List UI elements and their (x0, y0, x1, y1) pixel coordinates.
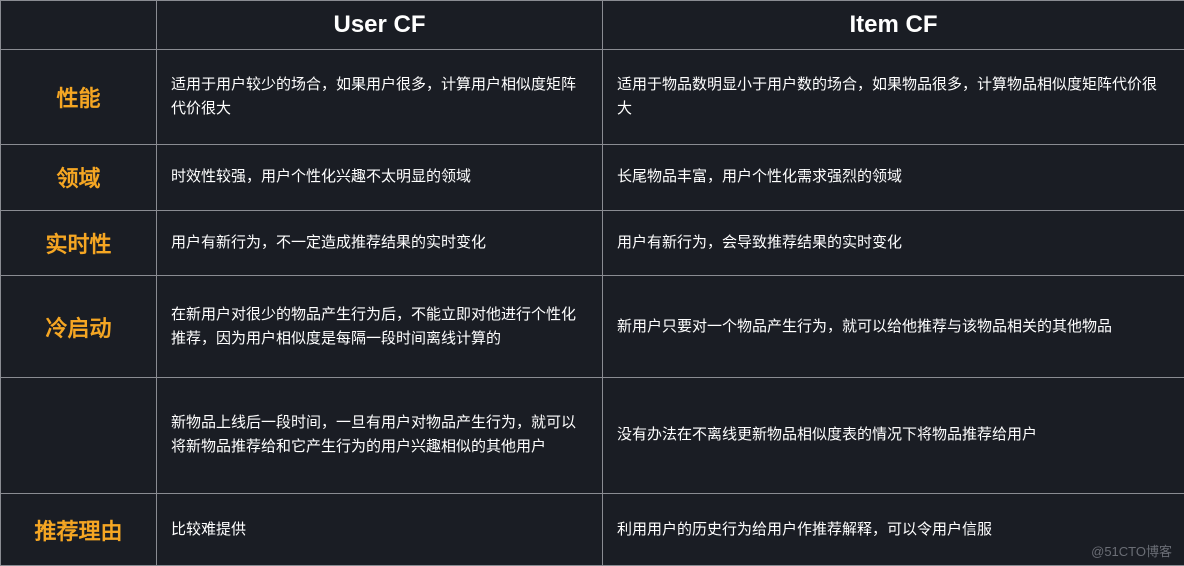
table-row: 新物品上线后一段时间，一旦有用户对物品产生行为，就可以将新物品推荐给和它产生行为… (1, 377, 1184, 493)
table-row: 领域 时效性较强，用户个性化兴趣不太明显的领域 长尾物品丰富，用户个性化需求强烈… (1, 145, 1184, 211)
cell-user-performance: 适用于用户较少的场合，如果用户很多，计算用户相似度矩阵代价很大 (157, 50, 603, 145)
cell-user-coldstart-2: 新物品上线后一段时间，一旦有用户对物品产生行为，就可以将新物品推荐给和它产生行为… (157, 377, 603, 493)
cell-item-realtime: 用户有新行为，会导致推荐结果的实时变化 (603, 210, 1184, 276)
cell-user-reason: 比较难提供 (157, 494, 603, 566)
table-row: 性能 适用于用户较少的场合，如果用户很多，计算用户相似度矩阵代价很大 适用于物品… (1, 50, 1184, 145)
row-label-coldstart-2 (1, 377, 157, 493)
row-label-reason: 推荐理由 (1, 494, 157, 566)
cell-item-coldstart-2: 没有办法在不离线更新物品相似度表的情况下将物品推荐给用户 (603, 377, 1184, 493)
header-empty (1, 1, 157, 50)
watermark-text: @51CTO博客 (1091, 541, 1172, 560)
header-item-cf: Item CF (603, 1, 1184, 50)
cell-item-coldstart: 新用户只要对一个物品产生行为，就可以给他推荐与该物品相关的其他物品 (603, 276, 1184, 378)
table-row: 推荐理由 比较难提供 利用用户的历史行为给用户作推荐解释，可以令用户信服 (1, 494, 1184, 566)
cell-user-domain: 时效性较强，用户个性化兴趣不太明显的领域 (157, 145, 603, 211)
table-row: 实时性 用户有新行为，不一定造成推荐结果的实时变化 用户有新行为，会导致推荐结果… (1, 210, 1184, 276)
cell-item-domain: 长尾物品丰富，用户个性化需求强烈的领域 (603, 145, 1184, 211)
table-row: 冷启动 在新用户对很少的物品产生行为后，不能立即对他进行个性化推荐，因为用户相似… (1, 276, 1184, 378)
row-label-realtime: 实时性 (1, 210, 157, 276)
row-label-performance: 性能 (1, 50, 157, 145)
header-user-cf: User CF (157, 1, 603, 50)
row-label-coldstart: 冷启动 (1, 276, 157, 378)
cell-user-coldstart: 在新用户对很少的物品产生行为后，不能立即对他进行个性化推荐，因为用户相似度是每隔… (157, 276, 603, 378)
row-label-domain: 领域 (1, 145, 157, 211)
table-header-row: User CF Item CF (1, 1, 1184, 50)
cell-item-performance: 适用于物品数明显小于用户数的场合，如果物品很多，计算物品相似度矩阵代价很大 (603, 50, 1184, 145)
comparison-table: User CF Item CF 性能 适用于用户较少的场合，如果用户很多，计算用… (0, 0, 1184, 566)
cell-user-realtime: 用户有新行为，不一定造成推荐结果的实时变化 (157, 210, 603, 276)
